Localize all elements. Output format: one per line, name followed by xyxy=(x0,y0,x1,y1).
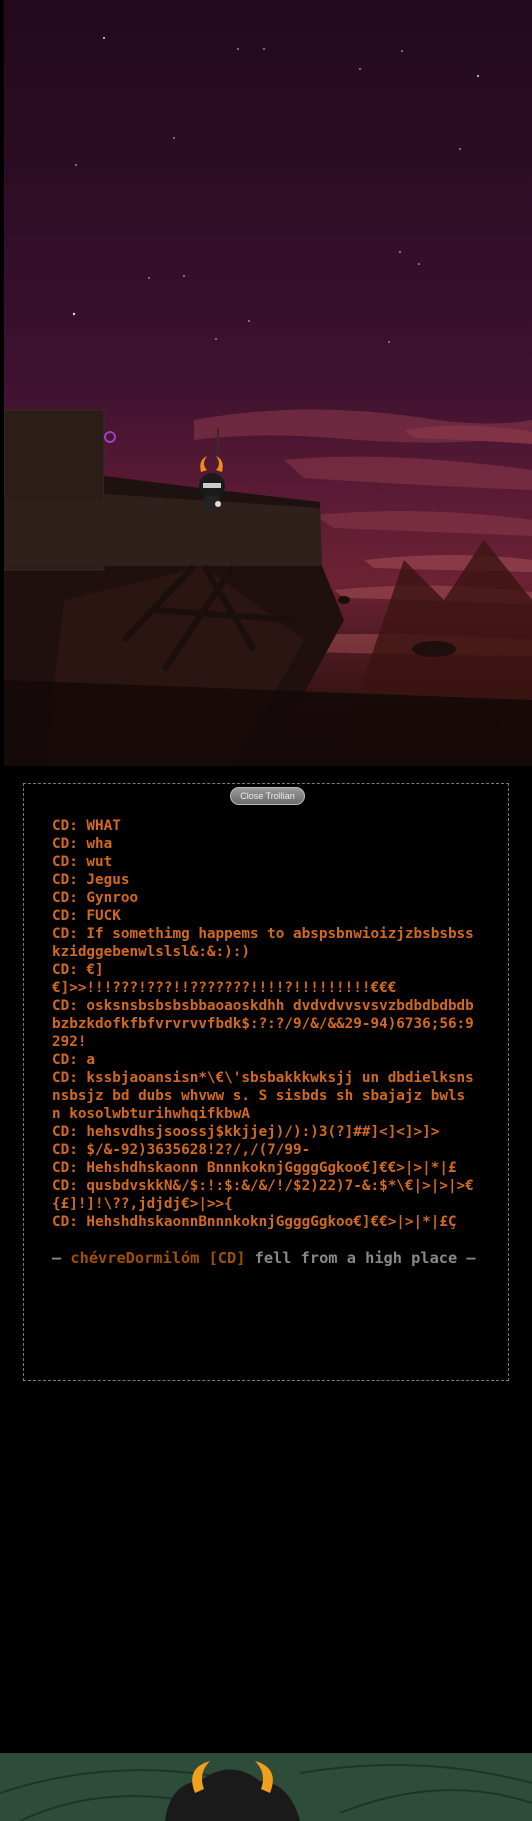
chat-line: CD: $/&-92)3635628!2?/,/(7/99- xyxy=(52,1142,311,1158)
chat-line: CD: Gynroo xyxy=(52,890,139,906)
chat-line: CD: wha xyxy=(52,836,113,852)
chat-line: €]>>!!!???!???!!???????!!!!?!!!!!!!!!€€€ xyxy=(52,980,397,996)
trollian-log[interactable]: CD: WHAT CD: wha CD: wut CD: Jegus CD: Gynro… xyxy=(23,783,509,1381)
chat-line: CD: a xyxy=(52,1052,96,1068)
scene-artwork xyxy=(4,37,532,766)
chat-line: CD: Jegus xyxy=(52,872,130,888)
game-scene xyxy=(4,0,532,766)
event-text: fell from a high place — xyxy=(245,1249,476,1267)
chat-log-lines: CD: WHAT CD: wha CD: wut CD: Jegus CD: Gynro… xyxy=(52,817,480,1231)
close-trollian-button[interactable]: Close Trollian xyxy=(230,787,305,805)
portal-icon xyxy=(104,431,116,443)
chat-line: CD: osksnsbsbsbsbbaoaoskdhh dvdvdvvsvsvz… xyxy=(52,998,474,1050)
chat-line: CD: qusbdvskkN&/$:!:$:&/&/!/$2)22)7-&:$*… xyxy=(52,1178,474,1212)
chat-line: CD: FUCK xyxy=(52,908,121,924)
chat-line: CD: WHAT xyxy=(52,818,121,834)
stars xyxy=(72,37,479,343)
chat-line: CD: €] xyxy=(52,962,104,978)
event-prefix: — xyxy=(52,1249,71,1267)
chat-line: CD: Hehshdhskaonn BnnnkoknjGgggGgkoo€]€€… xyxy=(52,1160,457,1176)
event-message: — chévreDormilóm [CD] fell from a high p… xyxy=(52,1249,480,1267)
event-handle: chévreDormilóm [CD] xyxy=(70,1249,246,1267)
next-panel-preview xyxy=(0,1753,532,1821)
panel-artwork xyxy=(0,1761,532,1821)
chat-line: CD: If somethimg happems to abspsbnwioiz… xyxy=(52,926,474,960)
chat-line: CD: wut xyxy=(52,854,113,870)
chat-line: CD: hehsvdhsjsoossj$kkjjej)/):)3(?]##]<]… xyxy=(52,1124,440,1140)
chat-line: CD: HehshdhskaonnBnnnkoknjGgggGgkoo€]€€>… xyxy=(52,1214,457,1230)
chat-line: CD: kssbjaoansisn*\€\'sbsbakkkwksjj un d… xyxy=(52,1070,483,1122)
